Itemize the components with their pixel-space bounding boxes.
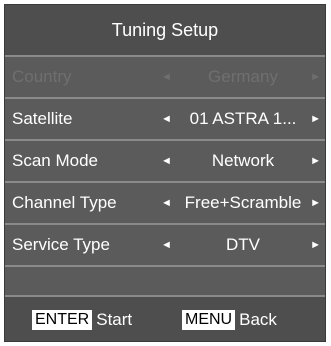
satellite-value: 01 ASTRA 1...	[189, 109, 297, 128]
settings-list: Country ◄ Germany ► Satellite ◄ 01 ASTRA…	[5, 57, 325, 309]
service-type-label: Service Type	[12, 235, 110, 254]
country-label: Country	[12, 67, 72, 86]
arrow-right-icon[interactable]: ►	[310, 225, 321, 265]
enter-key: ENTER	[32, 310, 93, 330]
panel-title: Tuning Setup	[5, 5, 325, 57]
enter-start-hint[interactable]: ENTER Start	[32, 309, 132, 331]
arrow-left-icon[interactable]: ◄	[161, 183, 172, 223]
channel-type-row[interactable]: Channel Type ◄ Free+Scramble ►	[5, 183, 325, 225]
service-type-value: DTV	[226, 235, 260, 254]
scan-mode-label: Scan Mode	[12, 151, 98, 170]
menu-key: MENU	[182, 310, 236, 330]
country-value: Germany	[208, 67, 278, 86]
arrow-right-icon[interactable]: ►	[310, 141, 321, 181]
arrow-left-icon[interactable]: ◄	[161, 225, 172, 265]
start-label: Start	[96, 310, 133, 329]
arrow-left-icon[interactable]: ◄	[161, 99, 172, 139]
satellite-row[interactable]: Satellite ◄ 01 ASTRA 1... ►	[5, 99, 325, 141]
arrow-left-icon: ◄	[161, 71, 172, 83]
arrow-left-icon[interactable]: ◄	[161, 141, 172, 181]
arrow-right-icon: ►	[310, 71, 321, 83]
country-row: Country ◄ Germany ►	[5, 57, 325, 99]
scan-mode-value: Network	[211, 151, 275, 170]
footer-hints: ENTER Start MENU Back	[5, 295, 325, 341]
scan-mode-row[interactable]: Scan Mode ◄ Network ►	[5, 141, 325, 183]
channel-type-label: Channel Type	[12, 193, 117, 212]
arrow-right-icon[interactable]: ►	[310, 183, 321, 223]
arrow-right-icon[interactable]: ►	[310, 99, 321, 139]
menu-back-hint[interactable]: MENU Back	[182, 309, 277, 331]
service-type-row[interactable]: Service Type ◄ DTV ►	[5, 225, 325, 267]
channel-type-value: Free+Scramble	[184, 193, 302, 212]
back-label: Back	[239, 310, 277, 329]
tuning-setup-panel: Tuning Setup Country ◄ Germany ► Satelli…	[4, 4, 326, 342]
satellite-label: Satellite	[12, 109, 73, 128]
